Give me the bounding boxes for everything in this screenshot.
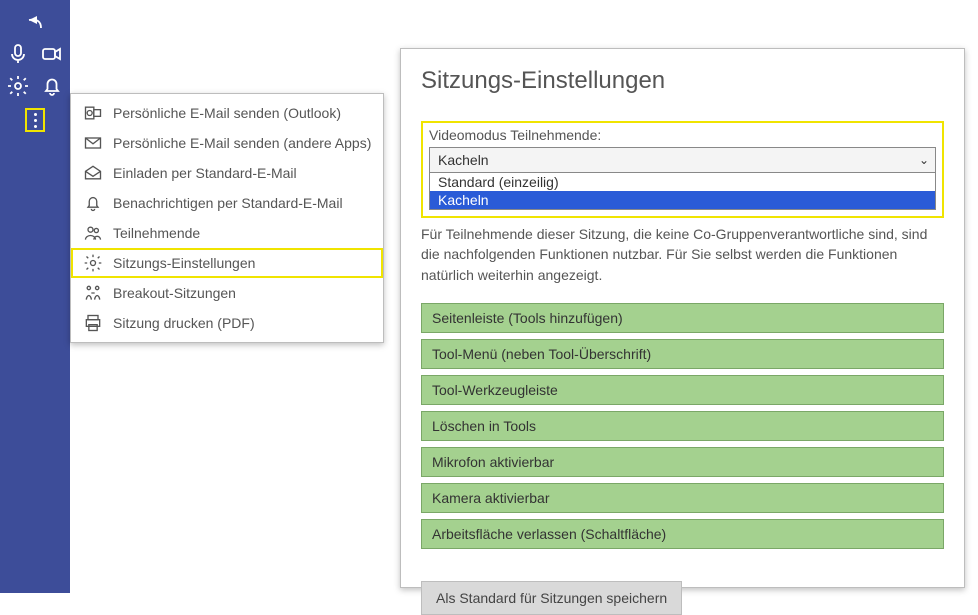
function-toggle[interactable]: Tool-Menü (neben Tool-Überschrift) [421,339,944,369]
videomode-option-standard[interactable]: Standard (einzeilig) [430,173,935,191]
chevron-down-icon: ⌄ [919,153,929,167]
function-toggle[interactable]: Kamera aktivierbar [421,483,944,513]
gear-icon[interactable] [6,74,30,98]
bell-icon[interactable] [40,74,64,98]
panel-title: Sitzungs-Einstellungen [421,67,944,95]
menu-item-breakout[interactable]: Breakout-Sitzungen [71,278,383,308]
videomode-option-kacheln[interactable]: Kacheln [430,191,935,209]
session-settings-panel: Sitzungs-Einstellungen Videomodus Teilne… [400,48,965,588]
videomode-field-highlight: Videomodus Teilnehmende: Kacheln ⌄ Stand… [421,121,944,218]
menu-item-print[interactable]: Sitzung drucken (PDF) [71,308,383,338]
functions-description: Für Teilnehmende dieser Sitzung, die kei… [421,224,944,285]
toolbar-sidebar [0,0,70,593]
videomode-select[interactable]: Kacheln ⌄ [429,147,936,173]
gear-outline-icon [83,253,103,273]
videomode-selected-value: Kacheln [438,152,489,168]
menu-item-email-other[interactable]: Persönliche E-Mail senden (andere Apps) [71,128,383,158]
function-toggle[interactable]: Seitenleiste (Tools hinzufügen) [421,303,944,333]
envelope-open-icon [83,163,103,183]
more-menu-button[interactable] [25,108,45,132]
menu-item-label: Teilnehmende [113,225,200,241]
envelope-icon [83,133,103,153]
functions-list: Seitenleiste (Tools hinzufügen) Tool-Men… [421,303,944,549]
menu-item-participants[interactable]: Teilnehmende [71,218,383,248]
more-menu-flyout: Persönliche E-Mail senden (Outlook) Pers… [70,93,384,343]
function-toggle[interactable]: Mikrofon aktivierbar [421,447,944,477]
menu-item-notify[interactable]: Benachrichtigen per Standard-E-Mail [71,188,383,218]
menu-item-email-outlook[interactable]: Persönliche E-Mail senden (Outlook) [71,98,383,128]
menu-item-label: Breakout-Sitzungen [113,285,236,301]
menu-item-label: Persönliche E-Mail senden (Outlook) [113,105,341,121]
videomode-label: Videomodus Teilnehmende: [429,127,936,143]
menu-item-label: Benachrichtigen per Standard-E-Mail [113,195,343,211]
function-toggle[interactable]: Löschen in Tools [421,411,944,441]
menu-item-session-settings[interactable]: Sitzungs-Einstellungen [71,248,383,278]
people-icon [83,223,103,243]
outlook-icon [83,103,103,123]
menu-item-label: Einladen per Standard-E-Mail [113,165,297,181]
menu-item-invite[interactable]: Einladen per Standard-E-Mail [71,158,383,188]
bell-outline-icon [83,193,103,213]
menu-item-label: Persönliche E-Mail senden (andere Apps) [113,135,371,151]
save-default-button[interactable]: Als Standard für Sitzungen speichern [421,581,682,615]
undo-icon[interactable] [23,10,47,34]
videomode-dropdown: Standard (einzeilig) Kacheln [429,173,936,210]
printer-icon [83,313,103,333]
menu-item-label: Sitzung drucken (PDF) [113,315,255,331]
function-toggle[interactable]: Arbeitsfläche verlassen (Schaltfläche) [421,519,944,549]
function-toggle[interactable]: Tool-Werkzeugleiste [421,375,944,405]
camera-icon[interactable] [40,42,64,66]
mic-icon[interactable] [6,42,30,66]
menu-item-label: Sitzungs-Einstellungen [113,255,255,271]
breakout-icon [83,283,103,303]
